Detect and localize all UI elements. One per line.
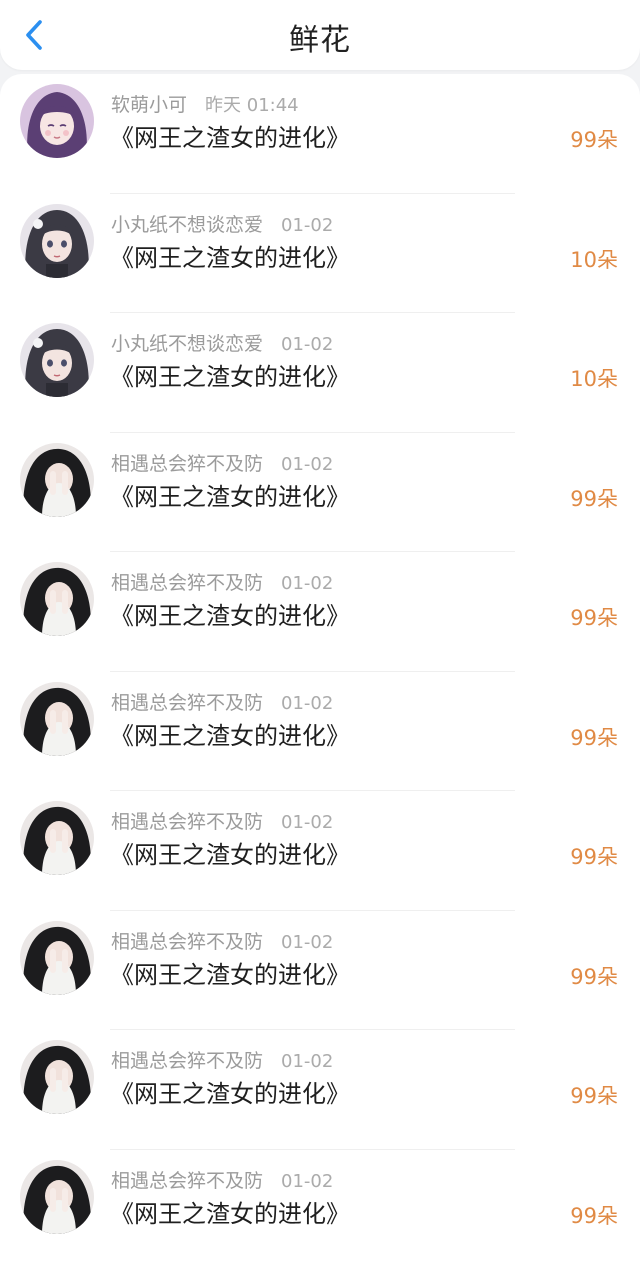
- flower-count: 99朵: [570, 606, 618, 630]
- username[interactable]: 相遇总会猝不及防: [111, 692, 263, 714]
- row-meta: 相遇总会猝不及防 01-02: [111, 688, 333, 715]
- username[interactable]: 软萌小可: [111, 94, 187, 116]
- book-title[interactable]: 《网王之渣女的进化》: [110, 596, 350, 631]
- timestamp: 01-02: [281, 573, 334, 594]
- flower-count: 99朵: [570, 486, 618, 511]
- timestamp: 01-02: [281, 812, 334, 833]
- flower-count: 99朵: [570, 1084, 618, 1108]
- book-title[interactable]: 《网王之渣女的进化》: [110, 1194, 350, 1229]
- timestamp: 01-02: [281, 931, 334, 953]
- flower-count: 99朵: [570, 845, 618, 869]
- list-item[interactable]: 小丸纸不想谈恋爱 01-02 《网王之渣女的进化》 10朵: [0, 194, 640, 313]
- book-title[interactable]: 《网王之渣女的进化》: [110, 716, 350, 751]
- username[interactable]: 相遇总会猝不及防: [111, 453, 263, 475]
- top-bar: 鲜花: [0, 0, 640, 70]
- row-meta: 相遇总会猝不及防 01-02: [111, 1046, 333, 1073]
- avatar[interactable]: [20, 84, 94, 158]
- timestamp: 昨天 01:44: [205, 95, 299, 116]
- book-title[interactable]: 《网王之渣女的进化》: [110, 955, 350, 990]
- timestamp: 01-02: [281, 214, 334, 236]
- list-item[interactable]: 小丸纸不想谈恋爱 01-02 《网王之渣女的进化》 10朵: [0, 313, 640, 433]
- avatar[interactable]: [20, 801, 94, 875]
- book-title[interactable]: 《网王之渣女的进化》: [110, 1074, 350, 1109]
- row-meta: 相遇总会猝不及防 01-02: [111, 927, 333, 954]
- username[interactable]: 小丸纸不想谈恋爱: [111, 214, 263, 236]
- flower-list: 软萌小可 昨天 01:44 《网王之渣女的进化》 99朵 小丸纸不想谈恋爱 01-0…: [0, 74, 640, 1262]
- list-item[interactable]: 相遇总会猝不及防 01-02 《网王之渣女的进化》 99朵: [0, 911, 640, 1030]
- timestamp: 01-02: [281, 1170, 334, 1192]
- timestamp: 01-02: [281, 453, 334, 475]
- list-item[interactable]: 软萌小可 昨天 01:44 《网王之渣女的进化》 99朵: [0, 74, 640, 194]
- username[interactable]: 相遇总会猝不及防: [111, 811, 263, 833]
- avatar[interactable]: [20, 442, 94, 517]
- book-title[interactable]: 《网王之渣女的进化》: [110, 238, 350, 273]
- row-meta: 小丸纸不想谈恋爱 01-02: [111, 329, 333, 356]
- flower-count: 99朵: [570, 1203, 618, 1228]
- flower-count: 99朵: [570, 964, 618, 989]
- avatar[interactable]: [20, 920, 94, 995]
- list-item[interactable]: 相遇总会猝不及防 01-02 《网王之渣女的进化》 99朵: [0, 1150, 640, 1262]
- row-meta: 相遇总会猝不及防 01-02: [111, 449, 333, 476]
- row-meta: 相遇总会猝不及防 01-02: [111, 1166, 333, 1193]
- username[interactable]: 相遇总会猝不及防: [111, 931, 263, 953]
- row-meta: 相遇总会猝不及防 01-02: [111, 568, 333, 595]
- flower-count: 99朵: [570, 725, 618, 750]
- avatar[interactable]: [20, 323, 94, 397]
- book-title[interactable]: 《网王之渣女的进化》: [110, 118, 350, 153]
- list-item[interactable]: 相遇总会猝不及防 01-02 《网王之渣女的进化》 99朵: [0, 791, 640, 911]
- list-item[interactable]: 相遇总会猝不及防 01-02 《网王之渣女的进化》 99朵: [0, 433, 640, 552]
- row-meta: 相遇总会猝不及防 01-02: [111, 807, 333, 834]
- book-title[interactable]: 《网王之渣女的进化》: [110, 835, 350, 870]
- book-title[interactable]: 《网王之渣女的进化》: [110, 357, 350, 392]
- timestamp: 01-02: [281, 334, 334, 355]
- row-meta: 软萌小可 昨天 01:44: [111, 90, 299, 117]
- flower-count: 10朵: [570, 367, 618, 391]
- avatar[interactable]: [20, 203, 94, 278]
- list-item[interactable]: 相遇总会猝不及防 01-02 《网王之渣女的进化》 99朵: [0, 1030, 640, 1150]
- avatar[interactable]: [20, 562, 94, 636]
- username[interactable]: 小丸纸不想谈恋爱: [111, 333, 263, 355]
- list-item[interactable]: 相遇总会猝不及防 01-02 《网王之渣女的进化》 99朵: [0, 552, 640, 672]
- flower-count: 99朵: [570, 128, 618, 152]
- page-title: 鲜花: [289, 23, 351, 58]
- username[interactable]: 相遇总会猝不及防: [111, 572, 263, 594]
- list-item[interactable]: 相遇总会猝不及防 01-02 《网王之渣女的进化》 99朵: [0, 672, 640, 791]
- row-meta: 小丸纸不想谈恋爱 01-02: [111, 210, 333, 237]
- avatar[interactable]: [20, 1159, 94, 1234]
- username[interactable]: 相遇总会猝不及防: [111, 1050, 263, 1072]
- username[interactable]: 相遇总会猝不及防: [111, 1170, 263, 1192]
- timestamp: 01-02: [281, 692, 334, 714]
- book-title[interactable]: 《网王之渣女的进化》: [110, 477, 350, 512]
- flower-count: 10朵: [570, 247, 618, 272]
- avatar[interactable]: [20, 1040, 94, 1114]
- timestamp: 01-02: [281, 1051, 334, 1072]
- avatar[interactable]: [20, 681, 94, 756]
